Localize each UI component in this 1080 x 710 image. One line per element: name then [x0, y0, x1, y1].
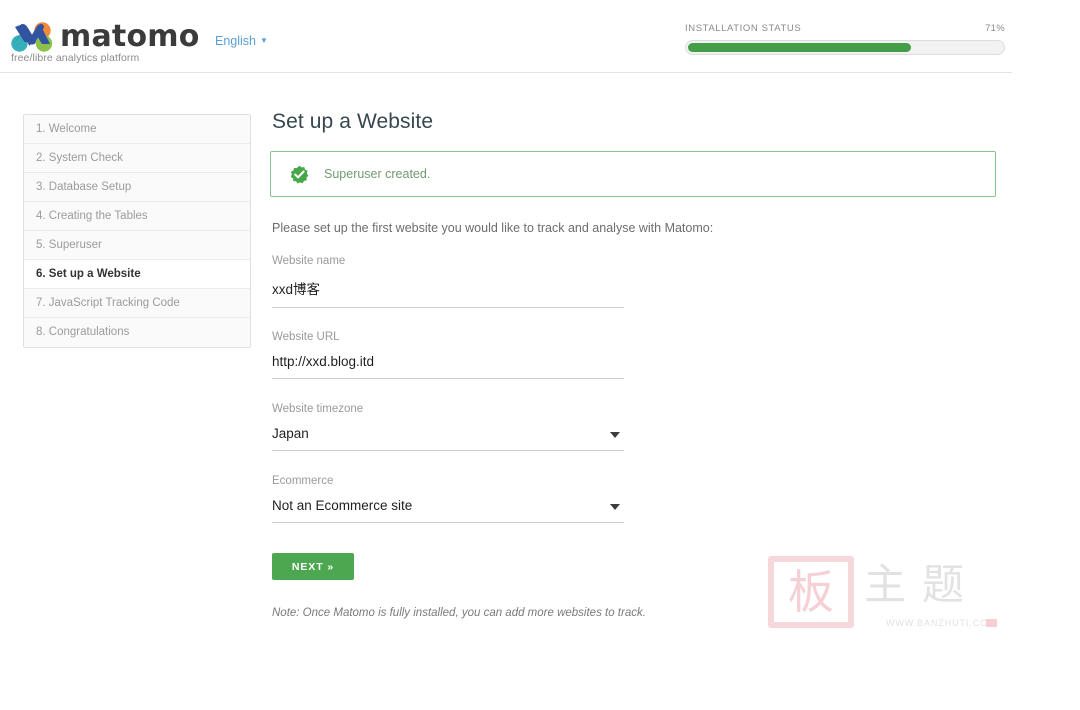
sidebar-item-label: 7. JavaScript Tracking Code — [36, 297, 180, 309]
website-name-label: Website name — [272, 255, 346, 267]
watermark-dot-icon — [986, 619, 997, 627]
ecommerce-select[interactable]: Not an Ecommerce site — [272, 498, 624, 523]
website-timezone-field: Website timezone Japan — [272, 403, 624, 451]
next-button[interactable]: NEXT » — [272, 553, 354, 580]
sidebar-item-4[interactable]: 4. Creating the Tables — [24, 202, 250, 231]
sidebar-item-2[interactable]: 2. System Check — [24, 144, 250, 173]
success-alert-message: Superuser created. — [324, 167, 431, 181]
matomo-logo-icon — [11, 22, 53, 52]
main-content: Set up a Website Superuser created. Plea… — [270, 110, 996, 619]
sidebar-item-label: 6. Set up a Website — [36, 268, 141, 280]
installation-percent: 71% — [985, 23, 1005, 34]
website-url-input[interactable]: http://xxd.blog.itd — [272, 354, 624, 379]
installation-status: INSTALLATION STATUS 71% — [685, 23, 1005, 55]
sidebar-item-label: 4. Creating the Tables — [36, 210, 148, 222]
chevron-down-icon: ▼ — [260, 36, 268, 45]
progress-bar-track — [685, 40, 1005, 55]
footer-note: Note: Once Matomo is fully installed, yo… — [272, 607, 646, 619]
matomo-brand: matomo — [11, 22, 200, 52]
sidebar-item-label: 3. Database Setup — [36, 181, 132, 193]
intro-text: Please set up the first website you woul… — [272, 221, 714, 235]
language-selector[interactable]: English ▼ — [215, 34, 268, 48]
sidebar-item-5[interactable]: 5. Superuser — [24, 231, 250, 260]
website-name-input[interactable]: xxd博客 — [272, 278, 624, 308]
sidebar-item-3[interactable]: 3. Database Setup — [24, 173, 250, 202]
sidebar-item-label: 8. Congratulations — [36, 326, 130, 338]
sidebar-item-6[interactable]: 6. Set up a Website — [24, 260, 250, 289]
page-header: matomo free/libre analytics platform Eng… — [0, 0, 1012, 73]
page-title: Set up a Website — [272, 110, 434, 133]
installation-status-label: INSTALLATION STATUS — [685, 23, 802, 34]
progress-bar-fill — [688, 43, 911, 52]
sidebar-item-label: 2. System Check — [36, 152, 123, 164]
website-timezone-label: Website timezone — [272, 403, 364, 415]
website-timezone-select[interactable]: Japan — [272, 426, 624, 451]
watermark-url: WWW.BANZHUTI.COM — [886, 618, 997, 628]
website-url-label: Website URL — [272, 331, 340, 343]
sidebar-item-label: 5. Superuser — [36, 239, 102, 251]
website-name-field: Website name xxd博客 — [272, 255, 624, 308]
matomo-wordmark: matomo — [60, 19, 200, 54]
success-check-badge-icon — [290, 165, 309, 184]
sidebar-item-7[interactable]: 7. JavaScript Tracking Code — [24, 289, 250, 318]
language-selector-label: English — [215, 34, 256, 48]
ecommerce-label: Ecommerce — [272, 475, 334, 487]
sidebar-item-label: 1. Welcome — [36, 123, 97, 135]
installer-steps-nav: 1. Welcome 2. System Check 3. Database Set… — [23, 114, 251, 348]
ecommerce-field: Ecommerce Not an Ecommerce site — [272, 475, 624, 523]
sidebar-item-8[interactable]: 8. Congratulations — [24, 318, 250, 347]
success-alert: Superuser created. — [270, 151, 996, 197]
installer-page: matomo free/libre analytics platform Eng… — [0, 0, 1080, 710]
sidebar-item-1[interactable]: 1. Welcome — [24, 115, 250, 144]
website-form: Website name xxd博客 Website URL http://xxd.b… — [270, 255, 996, 523]
website-url-field: Website URL http://xxd.blog.itd — [272, 331, 624, 379]
brand-tagline: free/libre analytics platform — [11, 52, 140, 64]
